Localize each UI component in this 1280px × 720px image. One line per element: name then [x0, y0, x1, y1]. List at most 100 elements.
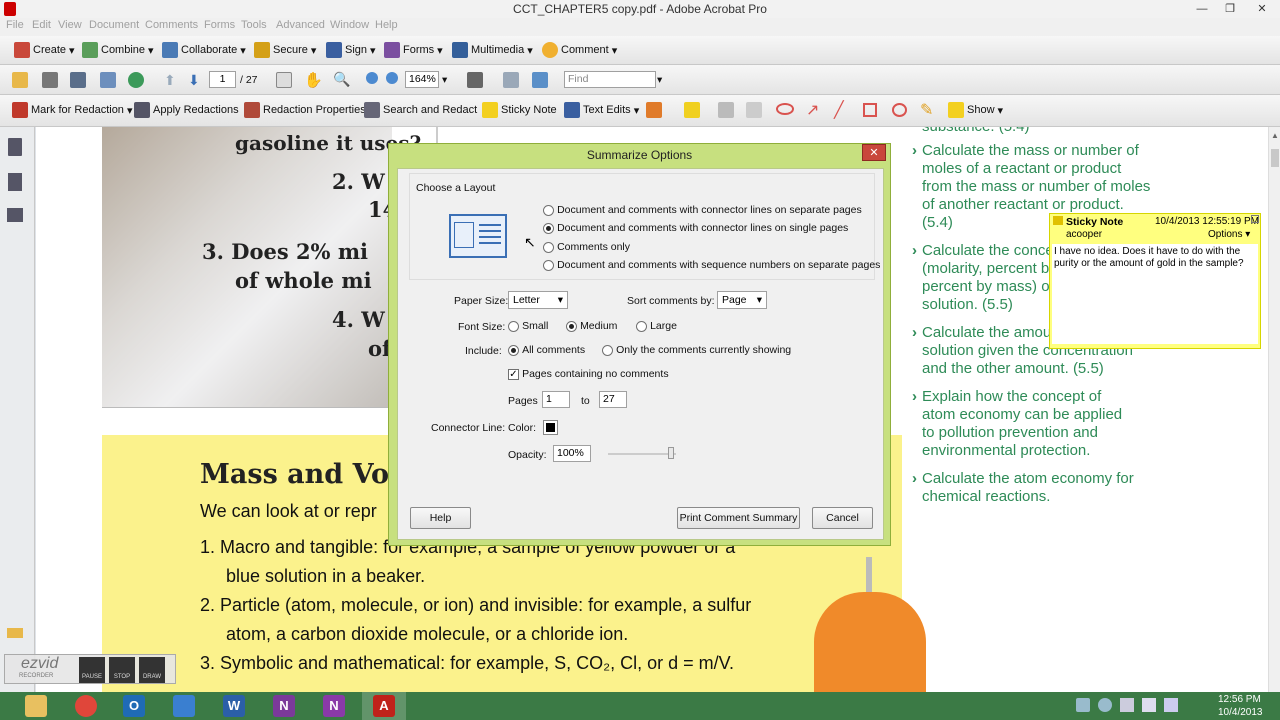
hand-tool-icon[interactable]: ✋ — [304, 71, 323, 89]
layout-option-separate[interactable]: Document and comments with connector lin… — [543, 204, 862, 216]
volume-icon[interactable] — [1142, 698, 1156, 712]
network-icon[interactable] — [1120, 698, 1134, 712]
fit-page-icon[interactable] — [503, 72, 519, 88]
rectangle-icon[interactable] — [863, 103, 877, 117]
taskbar-explorer[interactable] — [14, 692, 58, 720]
print-comment-summary-button[interactable]: Print Comment Summary — [677, 507, 800, 529]
forms-button[interactable]: Forms ▾ — [384, 42, 443, 58]
scroll-up-icon[interactable]: ▲ — [1271, 131, 1279, 141]
sticky-note-button[interactable]: Sticky Note — [482, 102, 557, 118]
oval-icon[interactable] — [892, 103, 907, 117]
zoom-out-icon[interactable] — [366, 72, 378, 84]
opacity-slider-thumb[interactable] — [668, 447, 674, 459]
layout-radio[interactable] — [543, 204, 554, 216]
pages-panel-icon[interactable] — [8, 138, 22, 156]
layout-option-single[interactable]: Document and comments with connector lin… — [543, 222, 848, 234]
font-medium-option[interactable]: Medium — [566, 320, 617, 332]
pencil-icon[interactable]: ✎ — [920, 100, 933, 120]
menu-window[interactable]: Window — [330, 19, 369, 31]
page-from-input[interactable]: 1 — [542, 391, 570, 408]
share-icon[interactable] — [128, 72, 144, 88]
create-button[interactable]: Create ▾ — [14, 42, 75, 58]
menu-edit[interactable]: Edit — [32, 19, 51, 31]
zoom-marquee-icon[interactable]: 🔍 — [333, 71, 350, 88]
layout-radio[interactable] — [543, 259, 554, 271]
layout-radio[interactable] — [543, 222, 554, 234]
menu-file[interactable]: File — [6, 19, 24, 31]
tray-icon[interactable] — [1076, 698, 1090, 712]
taskbar-onenote-1[interactable]: N — [262, 692, 306, 720]
include-all-option[interactable]: All comments — [508, 344, 585, 356]
close-window-button[interactable]: ✕ — [1244, 0, 1280, 18]
secure-button[interactable]: Secure ▾ — [254, 42, 316, 58]
font-radio[interactable] — [636, 320, 647, 332]
minimize-button[interactable]: — — [1188, 0, 1216, 18]
include-radio[interactable] — [508, 344, 519, 356]
opacity-slider-track[interactable] — [608, 453, 676, 455]
comments-panel-icon[interactable] — [7, 628, 23, 638]
stamp-icon[interactable] — [646, 102, 662, 118]
cancel-button[interactable]: Cancel — [812, 507, 873, 529]
print-icon[interactable] — [42, 72, 58, 88]
signatures-panel-icon[interactable] — [7, 208, 23, 222]
taskbar-apps[interactable] — [162, 692, 206, 720]
menu-advanced[interactable]: Advanced — [276, 19, 325, 31]
zoom-in-icon[interactable] — [386, 72, 398, 84]
sort-select[interactable]: Page ▾ — [717, 291, 767, 309]
checkbox-checked-icon[interactable]: ✓ — [508, 368, 519, 380]
mark-redaction-button[interactable]: Mark for Redaction ▾ — [12, 102, 132, 118]
dialog-close-button[interactable]: ✕ — [862, 144, 886, 161]
sticky-close-icon[interactable] — [1251, 215, 1259, 223]
collaborate-button[interactable]: Collaborate ▾ — [162, 42, 246, 58]
line-icon[interactable]: ╱ — [834, 100, 844, 120]
layout-option-sequence[interactable]: Document and comments with sequence numb… — [543, 259, 880, 271]
open-folder-icon[interactable] — [12, 72, 28, 88]
help-button[interactable]: Help — [410, 507, 471, 529]
include-showing-option[interactable]: Only the comments currently showing — [602, 344, 791, 356]
find-input[interactable]: Find — [564, 71, 656, 88]
save-icon[interactable] — [70, 72, 86, 88]
redaction-properties-button[interactable]: Redaction Properties — [244, 102, 366, 118]
font-small-option[interactable]: Small — [508, 320, 548, 332]
page-to-input[interactable]: 27 — [599, 391, 627, 408]
font-large-option[interactable]: Large — [636, 320, 677, 332]
page-number-input[interactable]: 1 — [209, 71, 236, 88]
taskbar-onenote-2[interactable]: N — [312, 692, 356, 720]
underline-icon[interactable] — [746, 102, 762, 118]
font-radio[interactable] — [508, 320, 519, 332]
find-dropdown-icon[interactable]: ▾ — [657, 74, 662, 86]
menu-forms[interactable]: Forms — [204, 19, 235, 31]
previous-page-icon[interactable]: ⬆ — [164, 72, 176, 89]
taskbar-outlook[interactable]: O — [112, 692, 156, 720]
restore-button[interactable]: ❐ — [1216, 0, 1244, 18]
combine-button[interactable]: Combine ▾ — [82, 42, 154, 58]
highlight-icon[interactable] — [718, 102, 734, 118]
multimedia-button[interactable]: Multimedia ▾ — [452, 42, 533, 58]
taskbar-acrobat[interactable]: A — [362, 692, 406, 720]
snapshot-icon[interactable] — [467, 72, 483, 88]
stop-button[interactable]: STOP — [109, 657, 135, 683]
menu-view[interactable]: View — [58, 19, 82, 31]
menu-document[interactable]: Document — [89, 19, 139, 31]
scroll-thumb[interactable] — [1271, 149, 1279, 167]
sign-button[interactable]: Sign ▾ — [326, 42, 376, 58]
include-radio[interactable] — [602, 344, 613, 356]
show-button[interactable]: Show ▾ — [948, 102, 1003, 118]
zoom-input[interactable]: 164% — [405, 71, 439, 88]
menu-help[interactable]: Help — [375, 19, 398, 31]
email-icon[interactable] — [100, 72, 116, 88]
sticky-note-popup[interactable]: Sticky Note 10/4/2013 12:55:19 PM acoope… — [1049, 213, 1261, 349]
draw-button[interactable]: DRAW — [139, 657, 165, 683]
arrow-icon[interactable]: ↗ — [806, 100, 819, 120]
taskbar-word[interactable]: W — [212, 692, 256, 720]
sticky-options-menu[interactable]: Options ▾ — [1208, 229, 1250, 240]
next-page-icon[interactable]: ⬇ — [188, 72, 200, 89]
search-redact-button[interactable]: Search and Redact — [364, 102, 477, 118]
connector-color-picker[interactable] — [543, 420, 558, 435]
comment-button[interactable]: Comment ▾ — [542, 42, 617, 58]
select-text-icon[interactable] — [276, 72, 292, 88]
opacity-input[interactable]: 100% — [553, 445, 591, 462]
cloud-icon[interactable] — [776, 103, 794, 115]
apply-redactions-button[interactable]: Apply Redactions — [134, 102, 239, 118]
pause-button[interactable]: PAUSE — [79, 657, 105, 683]
